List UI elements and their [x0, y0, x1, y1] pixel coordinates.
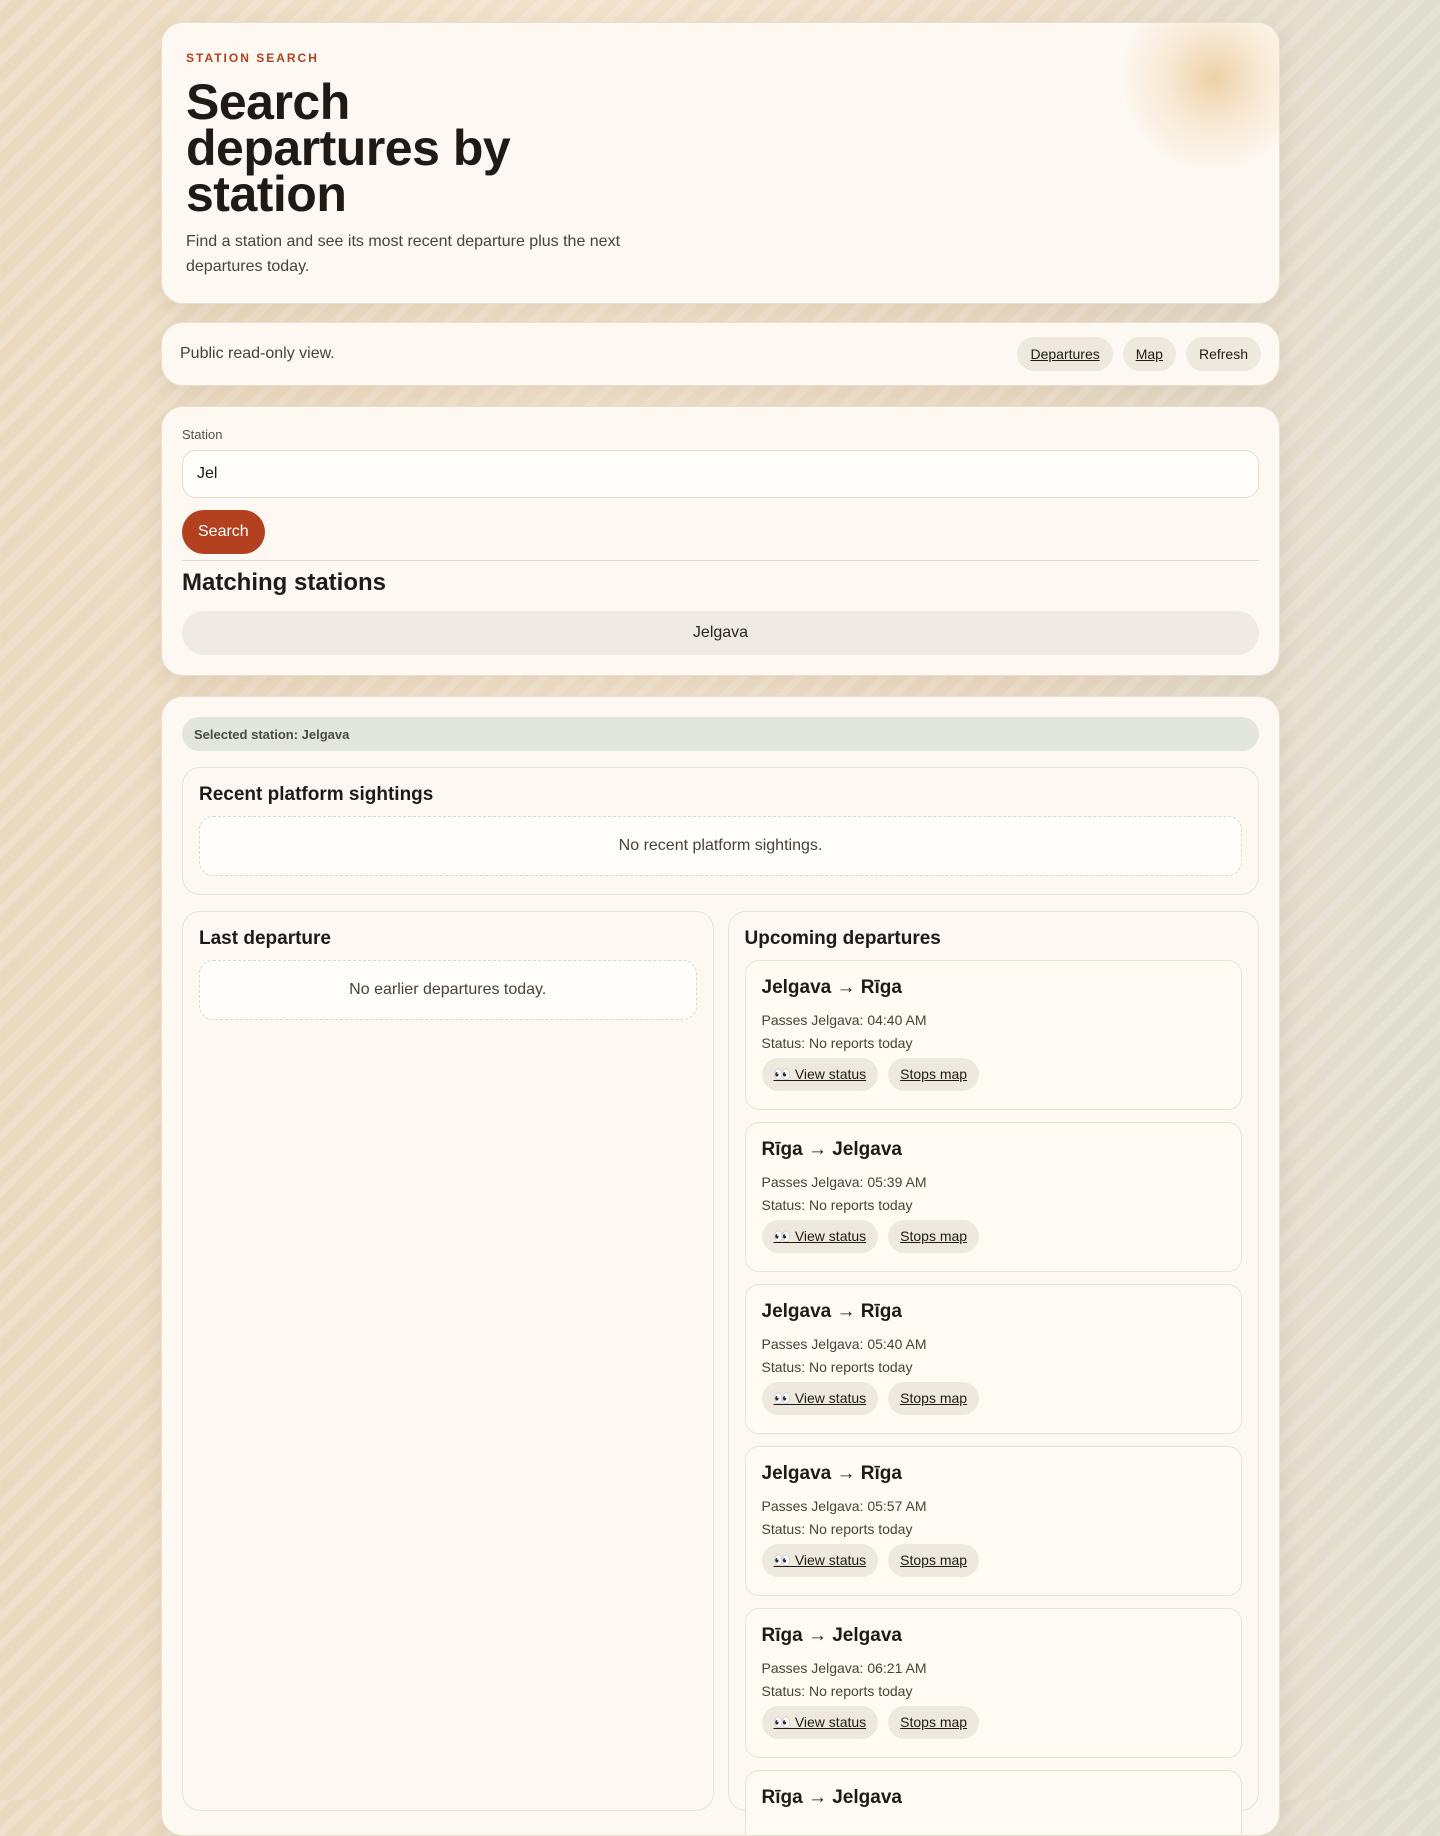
- departure-passes: Passes Jelgava: 04:40 AM: [761, 1012, 927, 1028]
- departure-meta: Passes Jelgava: 05:40 AM Status: No repo…: [762, 1333, 1226, 1379]
- view-note: Public read-only view.: [180, 345, 335, 362]
- view-status-button[interactable]: 👀 View status: [761, 1058, 879, 1091]
- departure-passes: Passes Jelgava: 05:57 AM: [761, 1498, 927, 1514]
- departure-columns: Last departure No earlier departures tod…: [182, 911, 1259, 1835]
- last-departure-panel: Last departure No earlier departures tod…: [182, 911, 714, 1811]
- departure-card: Rīga → Jelgava: [744, 1770, 1242, 1835]
- departure-route: Rīga → Jelgava: [761, 1139, 902, 1160]
- departures-link[interactable]: Departures: [1017, 337, 1113, 371]
- departure-actions: 👀 View status Stops map: [761, 1544, 1226, 1577]
- departure-passes: Passes Jelgava: 06:21 AM: [761, 1660, 927, 1676]
- last-departure-title: Last departure: [199, 928, 331, 949]
- matching-stations-title: Matching stations: [182, 569, 387, 596]
- departure-card: Jelgava → Rīga Passes Jelgava: 04:40 AM …: [744, 960, 1242, 1110]
- departure-card: Rīga → Jelgava Passes Jelgava: 05:39 AM …: [744, 1122, 1242, 1272]
- departure-status: Status: No reports today: [761, 1359, 913, 1375]
- departure-route: Rīga → Jelgava: [761, 1625, 902, 1646]
- selected-station-badge: Selected station: Jelgava: [182, 717, 1259, 751]
- departure-passes: Passes Jelgava: 05:39 AM: [761, 1174, 927, 1190]
- station-option-jelgava[interactable]: Jelgava: [182, 611, 1259, 655]
- departure-meta: Passes Jelgava: 05:57 AM Status: No repo…: [762, 1495, 1226, 1541]
- stops-map-link[interactable]: Stops map: [888, 1706, 980, 1739]
- departure-actions: 👀 View status Stops map: [761, 1706, 1226, 1739]
- departure-card: Rīga → Jelgava Passes Jelgava: 06:21 AM …: [744, 1608, 1242, 1758]
- departure-card: Jelgava → Rīga Passes Jelgava: 05:57 AM …: [744, 1446, 1242, 1596]
- toolbar-links: Departures Map Refresh: [1017, 337, 1261, 371]
- map-link[interactable]: Map: [1122, 337, 1176, 371]
- station-label: Station: [182, 427, 223, 442]
- departure-card: Jelgava → Rīga Passes Jelgava: 05:40 AM …: [744, 1284, 1242, 1434]
- recent-sightings-title: Recent platform sightings: [199, 784, 434, 805]
- stops-map-link[interactable]: Stops map: [888, 1382, 980, 1415]
- upcoming-departures-title: Upcoming departures: [744, 928, 941, 949]
- station-input[interactable]: Jel: [182, 450, 1259, 498]
- search-button[interactable]: Search: [182, 510, 265, 554]
- view-status-button[interactable]: 👀 View status: [761, 1544, 879, 1577]
- departure-status: Status: No reports today: [761, 1197, 913, 1213]
- stops-map-link[interactable]: Stops map: [888, 1220, 980, 1253]
- divider: [182, 560, 1259, 561]
- upcoming-departures-panel: Upcoming departures Jelgava → Rīga Passe…: [727, 911, 1259, 1835]
- departure-route: Jelgava → Rīga: [761, 977, 902, 998]
- departure-route: Jelgava → Rīga: [761, 1463, 902, 1484]
- departure-meta: Passes Jelgava: 04:40 AM Status: No repo…: [762, 1009, 1226, 1055]
- stops-map-link[interactable]: Stops map: [888, 1058, 980, 1091]
- last-departure-empty: No earlier departures today.: [199, 960, 697, 1020]
- recent-sightings-panel: Recent platform sightings No recent plat…: [182, 767, 1259, 895]
- departure-route: Jelgava → Rīga: [761, 1301, 902, 1322]
- view-status-button[interactable]: 👀 View status: [761, 1706, 879, 1739]
- departure-passes: Passes Jelgava: 05:40 AM: [761, 1336, 927, 1352]
- search-card: Station Jel Search Matching stations Jel…: [161, 406, 1280, 676]
- station-input-value: Jel: [197, 465, 218, 482]
- view-status-button[interactable]: 👀 View status: [761, 1382, 879, 1415]
- departure-meta: Passes Jelgava: 05:39 AM Status: No repo…: [762, 1171, 1226, 1217]
- departure-status: Status: No reports today: [761, 1683, 913, 1699]
- eyebrow: STATION SEARCH: [186, 51, 319, 65]
- departure-route: Rīga → Jelgava: [761, 1787, 902, 1808]
- refresh-button[interactable]: Refresh: [1185, 337, 1261, 371]
- stops-map-link[interactable]: Stops map: [888, 1544, 980, 1577]
- hero-card: STATION SEARCH Search departures by stat…: [161, 22, 1280, 304]
- page-title: Search departures by station: [186, 74, 511, 222]
- departure-actions: 👀 View status Stops map: [761, 1382, 1226, 1415]
- results-card: Selected station: Jelgava Recent platfor…: [161, 696, 1280, 1836]
- toolbar: Public read-only view. Departures Map Re…: [161, 322, 1280, 386]
- page-subtitle: Find a station and see its most recent d…: [186, 233, 621, 275]
- departure-actions: 👀 View status Stops map: [761, 1058, 1226, 1091]
- departure-actions: 👀 View status Stops map: [761, 1220, 1226, 1253]
- departure-meta: Passes Jelgava: 06:21 AM Status: No repo…: [762, 1657, 1226, 1703]
- view-status-button[interactable]: 👀 View status: [761, 1220, 879, 1253]
- departure-status: Status: No reports today: [761, 1035, 913, 1051]
- departure-status: Status: No reports today: [761, 1521, 913, 1537]
- decorative-glow: [1119, 23, 1279, 173]
- recent-sightings-empty: No recent platform sightings.: [199, 816, 1242, 876]
